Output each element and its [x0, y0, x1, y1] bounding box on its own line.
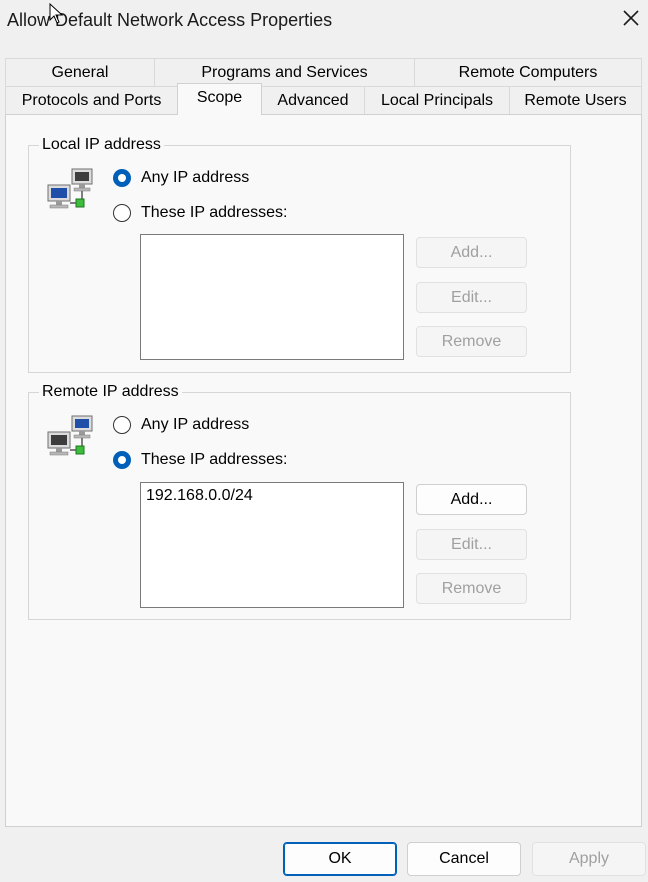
- mouse-cursor-icon: [49, 3, 64, 24]
- local-ip-list[interactable]: [140, 234, 404, 360]
- remote-these-ip-radio-button[interactable]: [113, 451, 131, 469]
- tab-scope[interactable]: Scope: [177, 83, 262, 115]
- remote-edit-button[interactable]: Edit...: [416, 529, 527, 560]
- remote-these-ip-radio[interactable]: These IP addresses:: [113, 451, 287, 469]
- local-edit-button[interactable]: Edit...: [416, 282, 527, 313]
- tab-local-principals[interactable]: Local Principals: [364, 86, 510, 114]
- local-any-ip-radio-button[interactable]: [113, 169, 131, 187]
- network-computers-icon: [47, 415, 93, 456]
- local-any-ip-radio[interactable]: Any IP address: [113, 169, 249, 187]
- title-bar: Allow Default Network Access Properties: [0, 0, 648, 44]
- remote-add-button[interactable]: Add...: [416, 484, 527, 515]
- remote-any-ip-radio-button[interactable]: [113, 416, 131, 434]
- remote-ip-group-label: Remote IP address: [39, 383, 182, 401]
- close-icon[interactable]: [619, 6, 643, 30]
- tab-remote-users[interactable]: Remote Users: [509, 86, 642, 114]
- cancel-button[interactable]: Cancel: [407, 842, 521, 876]
- ok-button[interactable]: OK: [283, 842, 397, 876]
- list-item[interactable]: 192.168.0.0/24: [146, 487, 253, 505]
- remote-ip-list[interactable]: 192.168.0.0/24: [140, 482, 404, 608]
- remote-remove-button[interactable]: Remove: [416, 573, 527, 604]
- network-computers-icon: [47, 168, 93, 209]
- remote-any-ip-radio[interactable]: Any IP address: [113, 416, 249, 434]
- scope-tab-panel: Local IP address Any IP address These IP…: [5, 114, 642, 827]
- local-these-ip-radio-button[interactable]: [113, 204, 131, 222]
- local-ip-group-label: Local IP address: [39, 136, 164, 154]
- local-add-button[interactable]: Add...: [416, 237, 527, 268]
- local-these-ip-radio[interactable]: These IP addresses:: [113, 204, 287, 222]
- local-remove-button[interactable]: Remove: [416, 326, 527, 357]
- tab-protocols-and-ports[interactable]: Protocols and Ports: [5, 86, 178, 114]
- tab-general[interactable]: General: [5, 58, 155, 86]
- tab-programs-and-services[interactable]: Programs and Services: [154, 58, 415, 86]
- apply-button[interactable]: Apply: [532, 842, 646, 876]
- tab-remote-computers[interactable]: Remote Computers: [414, 58, 642, 86]
- tab-advanced[interactable]: Advanced: [261, 86, 365, 114]
